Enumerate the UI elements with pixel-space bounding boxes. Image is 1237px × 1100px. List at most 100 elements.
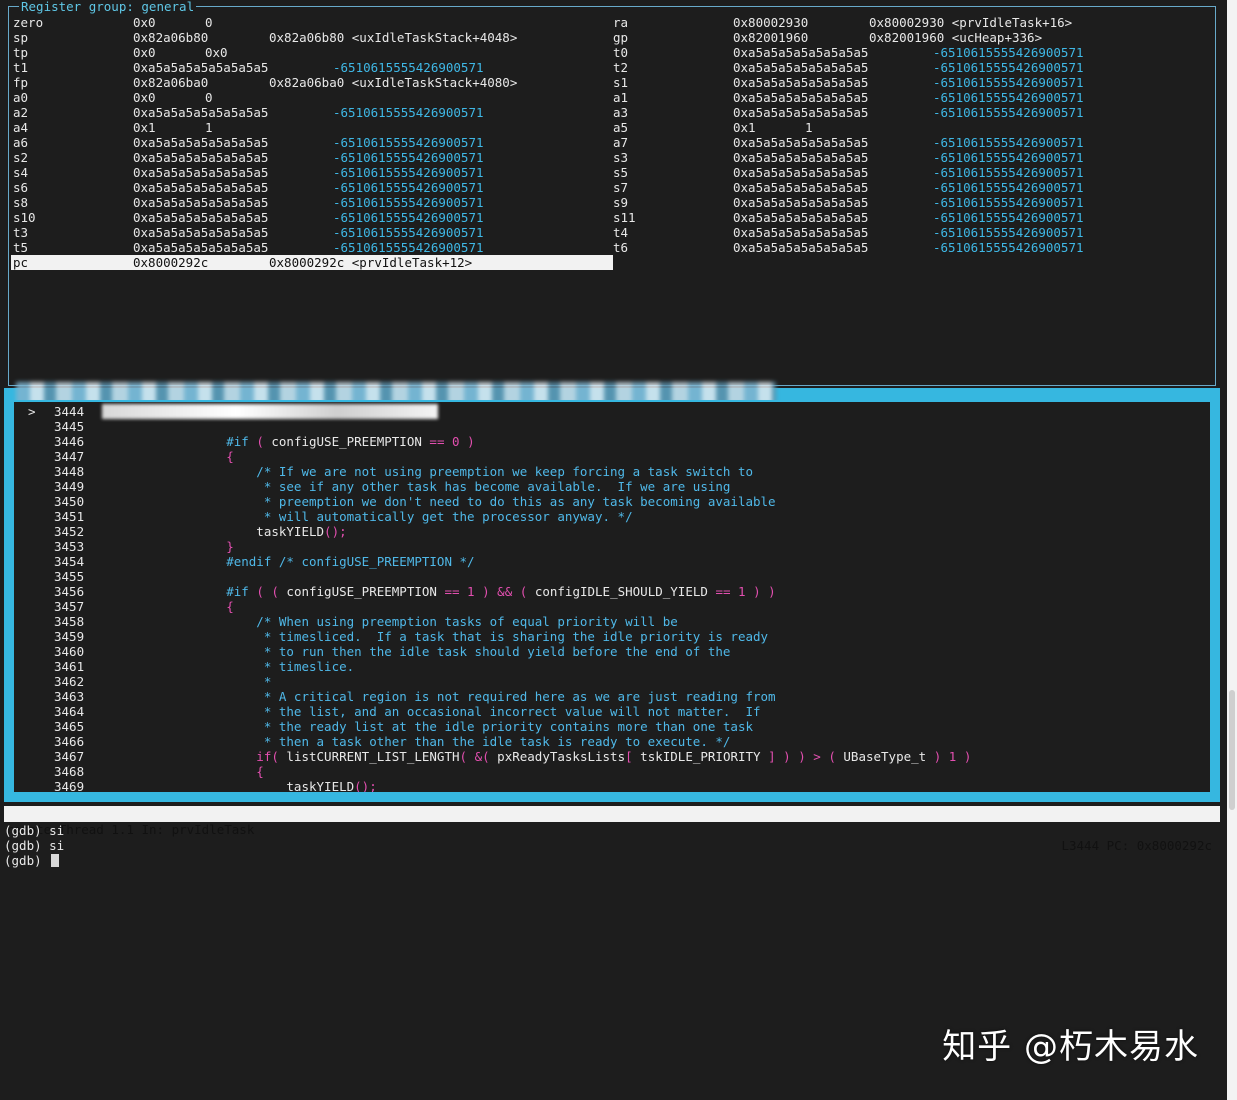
source-line[interactable]: 3457 { bbox=[14, 599, 1204, 614]
current-line-marker: > bbox=[28, 404, 36, 419]
register-name: s6 bbox=[13, 180, 29, 195]
source-line[interactable]: 3466 * then a task other than the idle t… bbox=[14, 734, 1204, 749]
register-hex-value: 0xa5a5a5a5a5a5a5a5 bbox=[733, 105, 869, 120]
source-line[interactable]: 3456 #if ( ( configUSE_PREEMPTION == 1 )… bbox=[14, 584, 1204, 599]
register-hex-value: 0xa5a5a5a5a5a5a5a5 bbox=[133, 60, 269, 75]
code-token: 1 bbox=[738, 584, 754, 599]
code-token: 1 bbox=[467, 584, 483, 599]
line-number: 3457 bbox=[54, 599, 85, 614]
source-line[interactable]: 3454 #endif /* configUSE_PREEMPTION */ bbox=[14, 554, 1204, 569]
line-code: * then a task other than the idle task i… bbox=[166, 734, 731, 749]
source-line[interactable]: 3450 * preemption we don't need to do th… bbox=[14, 494, 1204, 509]
line-number: 3468 bbox=[54, 764, 85, 779]
register-row-a4: a4 0x1 1 bbox=[9, 120, 609, 135]
register-row-t1: t1 0xa5a5a5a5a5a5a5a5 -6510615555426900571 bbox=[9, 60, 609, 75]
line-number: 3446 bbox=[54, 434, 85, 449]
source-line[interactable]: 3449 * see if any other task has become … bbox=[14, 479, 1204, 494]
code-token: } bbox=[166, 539, 234, 554]
source-line[interactable]: 3460 * to run then the idle task should … bbox=[14, 644, 1204, 659]
code-token: ( bbox=[519, 584, 535, 599]
gdb-command-text: (gdb) si bbox=[4, 838, 65, 853]
register-hex-value: 0x80002930 bbox=[733, 15, 809, 30]
source-line[interactable]: 3458 /* When using preemption tasks of e… bbox=[14, 614, 1204, 629]
register-natural-value: -6510615555426900571 bbox=[933, 165, 1084, 180]
register-row-a0: a0 0x0 0 bbox=[9, 90, 609, 105]
source-line[interactable]: 3452 taskYIELD(); bbox=[14, 524, 1204, 539]
register-natural-value: -6510615555426900571 bbox=[933, 150, 1084, 165]
source-line[interactable]: 3464 * the list, and an occasional incor… bbox=[14, 704, 1204, 719]
line-code: * A critical region is not required here… bbox=[166, 689, 776, 704]
line-code: #if ( ( configUSE_PREEMPTION == 1 ) && (… bbox=[166, 584, 776, 599]
source-line[interactable]: 3467 if( listCURRENT_LIST_LENGTH( &( pxR… bbox=[14, 749, 1204, 764]
source-line[interactable]: 3446 #if ( configUSE_PREEMPTION == 0 ) bbox=[14, 434, 1204, 449]
code-token: * to run then the idle task should yield… bbox=[166, 644, 731, 659]
register-hex-value: 0xa5a5a5a5a5a5a5a5 bbox=[733, 195, 869, 210]
register-natural-value: -6510615555426900571 bbox=[933, 135, 1084, 150]
source-line[interactable]: 3453 } bbox=[14, 539, 1204, 554]
register-natural-value: -6510615555426900571 bbox=[933, 195, 1084, 210]
line-code: * see if any other task has become avail… bbox=[166, 479, 731, 494]
source-line[interactable]: 3462 * bbox=[14, 674, 1204, 689]
gdb-command-text: (gdb) bbox=[4, 853, 50, 868]
register-hex-value: 0x8000292c bbox=[133, 255, 209, 270]
code-token: taskYIELD bbox=[166, 779, 355, 794]
gdb-command-line[interactable]: (gdb) bbox=[4, 853, 60, 868]
register-row-gp: gp 0x82001960 0x82001960 <ucHeap+336> bbox=[609, 30, 1209, 45]
line-code: #if ( configUSE_PREEMPTION == 0 ) bbox=[166, 434, 474, 449]
register-natural-value: -6510615555426900571 bbox=[933, 105, 1084, 120]
code-token: * preemption we don't need to do this as… bbox=[166, 494, 776, 509]
register-row-a1: a1 0xa5a5a5a5a5a5a5a5 -6510615555426900571 bbox=[609, 90, 1209, 105]
code-token: ( bbox=[482, 749, 498, 764]
code-token: * then a task other than the idle task i… bbox=[166, 734, 731, 749]
source-line[interactable]: 3447 { bbox=[14, 449, 1204, 464]
source-line[interactable]: 3445 bbox=[14, 419, 1204, 434]
register-name: s9 bbox=[613, 195, 629, 210]
source-line[interactable]: 3469 taskYIELD(); bbox=[14, 779, 1204, 794]
line-code: /* When using preemption tasks of equal … bbox=[166, 614, 677, 629]
register-natural-value: 0x0 bbox=[205, 45, 228, 60]
register-row-s9: s9 0xa5a5a5a5a5a5a5a5 -6510615555426900571 bbox=[609, 195, 1209, 210]
register-name: fp bbox=[13, 75, 29, 90]
current-line-redacted bbox=[102, 404, 438, 419]
source-line[interactable]: 3463 * A critical region is not required… bbox=[14, 689, 1204, 704]
source-line[interactable]: 3459 * timesliced. If a task that is sha… bbox=[14, 629, 1204, 644]
register-natural-value: 0 bbox=[205, 15, 213, 30]
code-token: == bbox=[429, 434, 452, 449]
register-name: a3 bbox=[613, 105, 629, 120]
source-line[interactable]: 3465 * the ready list at the idle priori… bbox=[14, 719, 1204, 734]
register-hex-value: 0xa5a5a5a5a5a5a5a5 bbox=[733, 210, 869, 225]
register-hex-value: 0xa5a5a5a5a5a5a5a5 bbox=[733, 150, 869, 165]
source-code-view[interactable]: >3444 3445 3446 #if ( configUSE_PREEMPTION… bbox=[12, 400, 1212, 794]
source-line[interactable]: 3468 { bbox=[14, 764, 1204, 779]
line-number: 3444 bbox=[54, 404, 85, 419]
register-name: a1 bbox=[613, 90, 629, 105]
code-token: (); bbox=[354, 779, 377, 794]
source-line[interactable]: 3448 /* If we are not using preemption w… bbox=[14, 464, 1204, 479]
register-row-s6: s6 0xa5a5a5a5a5a5a5a5 -6510615555426900571 bbox=[9, 180, 609, 195]
window-scrollbar[interactable] bbox=[1227, 0, 1237, 1100]
line-number: 3452 bbox=[54, 524, 85, 539]
source-line[interactable]: 3461 * timeslice. bbox=[14, 659, 1204, 674]
code-token: * A critical region is not required here… bbox=[166, 689, 776, 704]
source-line[interactable]: 3451 * will automatically get the proces… bbox=[14, 509, 1204, 524]
line-code: if( listCURRENT_LIST_LENGTH( &( pxReadyT… bbox=[166, 749, 971, 764]
scrollbar-thumb[interactable] bbox=[1229, 690, 1235, 810]
status-line-pc: L3444 PC: 0x8000292c bbox=[1061, 838, 1212, 853]
line-code: { bbox=[166, 449, 234, 464]
code-token: ) ) bbox=[753, 584, 776, 599]
code-token: pxReadyTasksLists bbox=[497, 749, 626, 764]
line-number: 3467 bbox=[54, 749, 85, 764]
line-number: 3447 bbox=[54, 449, 85, 464]
source-line[interactable]: >3444 bbox=[14, 404, 1204, 419]
zhihu-watermark: 知乎 @朽木易水 bbox=[942, 1027, 1199, 1067]
register-row-s3: s3 0xa5a5a5a5a5a5a5a5 -6510615555426900571 bbox=[609, 150, 1209, 165]
source-line[interactable]: 3455 bbox=[14, 569, 1204, 584]
register-row-a2: a2 0xa5a5a5a5a5a5a5a5 -6510615555426900571 bbox=[9, 105, 609, 120]
register-natural-value: -6510615555426900571 bbox=[933, 240, 1084, 255]
register-natural-value: 0 bbox=[205, 90, 213, 105]
status-bar: remote Thread 1.1 In: prvIdleTask L3444 … bbox=[4, 806, 1220, 853]
code-token: #if bbox=[166, 584, 257, 599]
code-token: * the ready list at the idle priority co… bbox=[166, 719, 753, 734]
register-row-fp: fp 0x82a06ba0 0x82a06ba0 <uxIdleTaskStack+… bbox=[9, 75, 609, 90]
register-row-a3: a3 0xa5a5a5a5a5a5a5a5 -6510615555426900571 bbox=[609, 105, 1209, 120]
